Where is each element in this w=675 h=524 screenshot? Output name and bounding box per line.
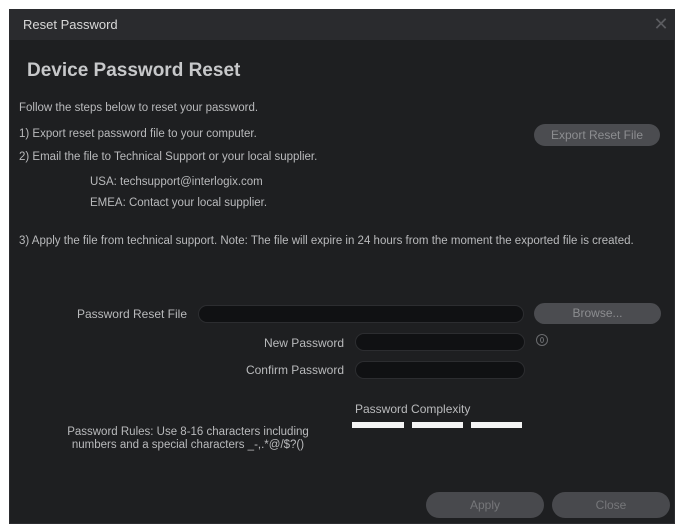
password-complexity-label: Password Complexity: [355, 402, 471, 416]
close-icon[interactable]: ✕: [652, 15, 670, 33]
complexity-bar-3: [471, 422, 522, 428]
emea-contact-text: EMEA: Contact your local supplier.: [90, 197, 268, 209]
reset-file-label: Password Reset File: [76, 307, 187, 321]
usa-contact-text: USA: techsupport@interlogix.com: [90, 176, 263, 188]
confirm-password-label: Confirm Password: [245, 363, 344, 377]
new-password-field[interactable]: [355, 333, 525, 351]
eye-icon[interactable]: [536, 334, 548, 346]
password-rules-text: Password Rules: Use 8-16 characters incl…: [67, 426, 309, 451]
step-1-text: 1) Export reset password file to your co…: [19, 128, 257, 140]
step-3-text: 3) Apply the file from technical support…: [19, 235, 634, 247]
complexity-bar-1: [352, 422, 404, 428]
reset-password-dialog: Reset Password ✕ Device Password Reset F…: [9, 9, 675, 524]
complexity-bar-2: [412, 422, 463, 428]
apply-button[interactable]: Apply: [426, 492, 544, 518]
new-password-label: New Password: [263, 336, 344, 350]
intro-text: Follow the steps below to reset your pas…: [19, 102, 259, 114]
confirm-password-field[interactable]: [355, 361, 525, 379]
window-title: Reset Password: [23, 17, 118, 32]
reset-file-field[interactable]: [198, 305, 524, 323]
close-button[interactable]: Close: [552, 492, 670, 518]
step-2-text: 2) Email the file to Technical Support o…: [19, 151, 318, 163]
title-bar: Reset Password ✕: [10, 10, 674, 40]
browse-button[interactable]: Browse...: [534, 303, 661, 324]
export-reset-file-button[interactable]: Export Reset File: [534, 124, 660, 146]
page-title: Device Password Reset: [27, 60, 241, 81]
